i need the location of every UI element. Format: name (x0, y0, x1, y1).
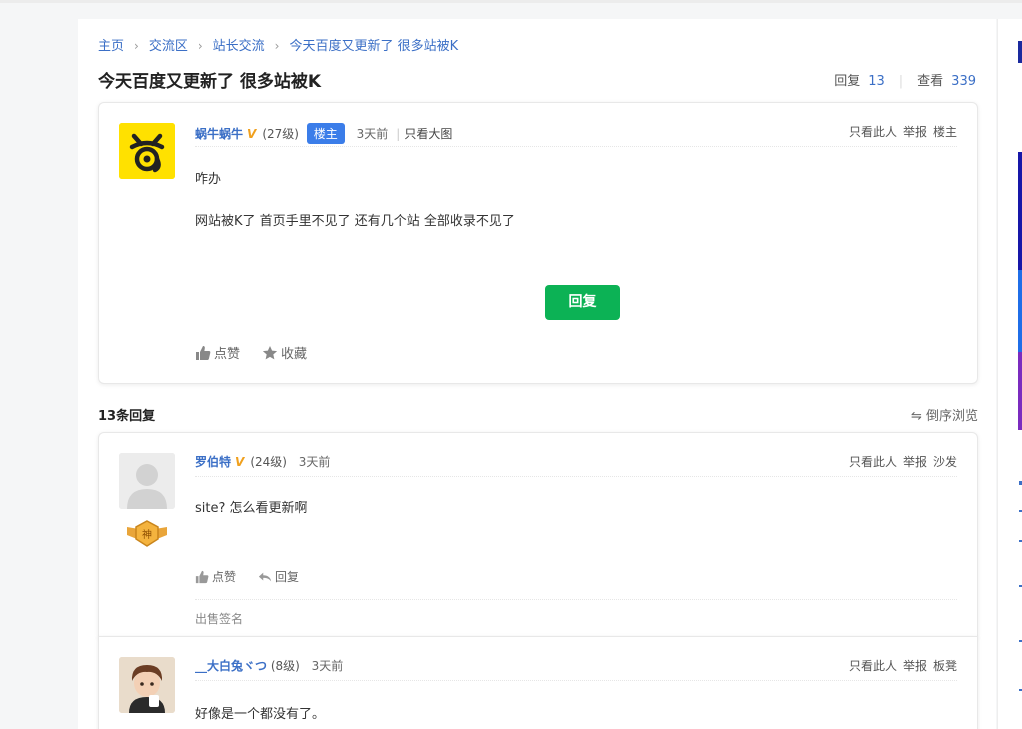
reply-meta: 罗伯特 V (24级) 3天前 只看此人 举报 沙发 (195, 453, 957, 477)
favorite-label: 收藏 (281, 347, 308, 362)
chevron-right-icon: › (134, 39, 139, 53)
sidebar-banner[interactable] (1018, 352, 1022, 430)
report-link[interactable]: 举报 (903, 125, 927, 139)
sidebar-banner[interactable] (1018, 41, 1022, 63)
reverse-order-button[interactable]: ⇋ 倒序浏览 (911, 405, 978, 424)
snail-logo-icon (119, 123, 175, 179)
view-big-image-link[interactable]: 只看大图 (404, 127, 452, 141)
reply-level: (24级) (250, 455, 287, 469)
report-link[interactable]: 举报 (903, 455, 927, 469)
signature: 出售签名 (195, 599, 957, 627)
op-badge: 楼主 (306, 123, 345, 144)
op-operations: 点赞 收藏 (195, 343, 329, 362)
reply-count: 13 (868, 74, 885, 89)
report-link[interactable]: 举报 (903, 659, 927, 673)
thread-stats: 回复 13 | 查看 339 (834, 70, 976, 89)
reply-time: 3天前 (311, 659, 344, 673)
chevron-right-icon: › (197, 39, 203, 53)
reply-post: 神 罗伯特 V (24级) 3天前 只看此人 举报 沙发 site? 怎么看更新啊 点赞… (98, 432, 978, 638)
reply-arrow-icon (258, 572, 272, 581)
reply-username[interactable]: 罗伯特 (195, 455, 231, 469)
reverse-order-label: 倒序浏览 (925, 409, 978, 424)
breadcrumb-home[interactable]: 主页 (98, 35, 124, 54)
top-border (0, 0, 1022, 3)
op-actions: 只看此人 举报 楼主 (843, 123, 957, 140)
floor-label: 板凳 (932, 659, 957, 673)
vip-icon: V (247, 127, 257, 141)
breadcrumb-board[interactable]: 站长交流 (213, 35, 265, 54)
reply-post: __大白兔ヾつ (8级) 3天前 只看此人 举报 板凳 好像是一个都没有了。 (98, 636, 978, 729)
only-this-user-link[interactable]: 只看此人 (849, 455, 897, 469)
reply-meta: __大白兔ヾつ (8级) 3天前 只看此人 举报 板凳 (195, 657, 957, 681)
cartoon-boy-avatar-icon (119, 657, 175, 713)
reply-content: site? 怎么看更新啊 (195, 501, 308, 516)
floor-label: 楼主 (932, 125, 957, 139)
favorite-button[interactable]: 收藏 (262, 343, 307, 362)
god-medal-icon: 神 (127, 520, 167, 547)
reply-count-label: 回复 (834, 74, 861, 89)
stats-divider: | (898, 74, 904, 89)
star-icon (262, 345, 278, 359)
op-avatar[interactable] (119, 123, 175, 179)
op-username[interactable]: 蜗牛蜗牛 (195, 127, 243, 141)
thread-title: 今天百度又更新了 很多站被K (98, 72, 322, 92)
op-time: 3天前 (356, 127, 389, 141)
default-avatar-icon (119, 453, 175, 509)
like-button[interactable]: 点赞 (195, 343, 240, 362)
view-count-label: 查看 (917, 74, 944, 89)
reply-link[interactable]: 回复 (258, 568, 299, 585)
breadcrumb-forum[interactable]: 交流区 (149, 35, 188, 54)
only-this-user-link[interactable]: 只看此人 (849, 659, 897, 673)
replies-count: 13条回复 (98, 409, 156, 424)
swap-icon: ⇋ (910, 409, 926, 424)
like-button[interactable]: 点赞 (195, 568, 236, 585)
thumbs-up-icon (195, 570, 209, 583)
vip-icon: V (235, 455, 245, 469)
reply-level: (8级) (270, 659, 300, 673)
view-count: 339 (951, 74, 976, 89)
reply-time: 3天前 (298, 455, 331, 469)
like-label: 点赞 (214, 347, 241, 362)
reply-label: 回复 (275, 570, 300, 584)
reply-avatar[interactable] (119, 657, 175, 713)
chevron-right-icon: › (274, 39, 280, 53)
op-content-line-1: 咋办 (195, 172, 222, 187)
breadcrumb-thread[interactable]: 今天百度又更新了 很多站被K (289, 35, 458, 54)
reply-content: 好像是一个都没有了。 (195, 707, 326, 722)
op-meta: 蜗牛蜗牛 V (27级) 楼主 3天前 | 只看大图 只看此人 举报 楼主 (195, 123, 957, 147)
meta-divider: | (396, 127, 401, 141)
medal-text: 神 (142, 528, 152, 541)
floor-label: 沙发 (932, 455, 957, 469)
reply-button[interactable]: 回复 (545, 285, 620, 320)
reply-avatar[interactable] (119, 453, 175, 509)
thumbs-up-icon (196, 345, 211, 360)
op-level: (27级) (262, 127, 299, 141)
op-post: 蜗牛蜗牛 V (27级) 楼主 3天前 | 只看大图 只看此人 举报 楼主 咋办 网站被K了… (98, 102, 978, 384)
reply-operations: 点赞 回复 (195, 568, 321, 585)
only-this-user-link[interactable]: 只看此人 (849, 125, 897, 139)
reply-username[interactable]: __大白兔ヾつ (195, 659, 267, 673)
thread-main: 主页 › 交流区 › 站长交流 › 今天百度又更新了 很多站被K 今天百度又更新了 很多站被… (78, 19, 996, 729)
like-label: 点赞 (212, 570, 237, 584)
sidebar-banner[interactable] (1018, 152, 1022, 270)
sidebar-banner[interactable] (1018, 270, 1022, 352)
breadcrumb: 主页 › 交流区 › 站长交流 › 今天百度又更新了 很多站被K (98, 35, 458, 54)
replies-header: 13条回复 ⇋ 倒序浏览 (98, 405, 978, 424)
reply-actions: 只看此人 举报 板凳 (843, 657, 957, 674)
op-content-line-2: 网站被K了 首页手里不见了 还有几个站 全部收录不见了 (195, 214, 515, 229)
reply-actions: 只看此人 举报 沙发 (843, 453, 957, 470)
right-sidebar (997, 19, 1022, 729)
